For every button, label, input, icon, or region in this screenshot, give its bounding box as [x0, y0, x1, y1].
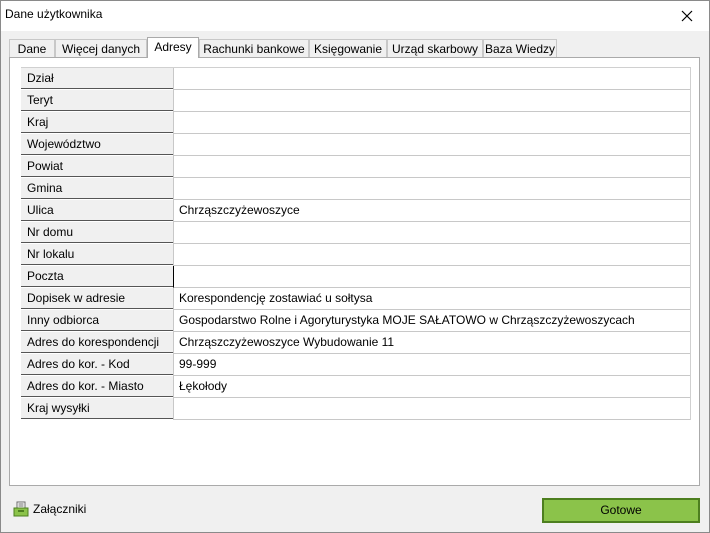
field-label: Powiat [21, 156, 173, 177]
field-value-wojewodztwo[interactable] [173, 134, 690, 156]
field-value-adres-kod[interactable]: 99-999 [173, 354, 690, 376]
tab-wiecej-danych[interactable]: Więcej danych [55, 39, 147, 57]
field-value-kraj[interactable] [173, 112, 690, 134]
row-powiat: Powiat [21, 156, 690, 178]
field-label: Adres do kor. - Kod [21, 354, 173, 375]
field-value-adres-korespondencji[interactable]: Chrząszczyżewoszyce Wybudowanie 11 [173, 332, 690, 354]
field-label: Adres do korespondencji [21, 332, 173, 353]
tab-urzad-skarbowy[interactable]: Urząd skarbowy [387, 39, 483, 57]
field-label: Teryt [21, 90, 173, 111]
field-label: Dział [21, 68, 173, 89]
row-adres-korespondencji: Adres do korespondencji Chrząszczyżewoszy… [21, 332, 690, 354]
attachments-button[interactable]: Załączniki [13, 499, 86, 519]
close-button[interactable] [665, 1, 709, 31]
row-dopisek: Dopisek w adresie Korespondencję zostawia… [21, 288, 690, 310]
dialog-window: Dane użytkownika Dane Więcej danych Adre… [0, 0, 710, 533]
attachments-label: Załączniki [33, 502, 87, 516]
field-value-nr-lokalu[interactable] [173, 244, 690, 266]
row-teryt: Teryt [21, 90, 690, 112]
field-value-kraj-wysylki[interactable] [173, 398, 690, 420]
field-label: Poczta [21, 266, 173, 287]
field-value-inny-odbiorca[interactable]: Gospodarstwo Rolne i Agoryturystyka MOJE… [173, 310, 690, 332]
row-adres-miasto: Adres do kor. - Miasto Łękołody [21, 376, 690, 398]
address-grid: Dział Teryt Kraj Województwo Powiat Gmin… [21, 67, 691, 420]
field-value-dzial[interactable] [173, 68, 690, 90]
row-gmina: Gmina [21, 178, 690, 200]
row-ulica: Ulica Chrząszczyżewoszyce [21, 200, 690, 222]
field-label: Gmina [21, 178, 173, 199]
tab-baza-wiedzy[interactable]: Baza Wiedzy [483, 39, 557, 57]
field-label: Adres do kor. - Miasto [21, 376, 173, 397]
row-nr-lokalu: Nr lokalu [21, 244, 690, 266]
tab-adresy[interactable]: Adresy [147, 37, 199, 58]
field-label: Kraj wysyłki [21, 398, 173, 419]
field-label: Nr domu [21, 222, 173, 243]
field-value-teryt[interactable] [173, 90, 690, 112]
row-kraj-wysylki: Kraj wysyłki [21, 398, 690, 420]
row-poczta: Poczta [21, 266, 690, 288]
row-dzial: Dział [21, 68, 690, 90]
window-title: Dane użytkownika [5, 7, 103, 21]
tab-dane[interactable]: Dane [9, 39, 55, 57]
row-wojewodztwo: Województwo [21, 134, 690, 156]
row-adres-kod: Adres do kor. - Kod 99-999 [21, 354, 690, 376]
close-icon [681, 10, 693, 22]
field-value-gmina[interactable] [173, 178, 690, 200]
field-label: Inny odbiorca [21, 310, 173, 331]
row-inny-odbiorca: Inny odbiorca Gospodarstwo Rolne i Agoryt… [21, 310, 690, 332]
field-value-ulica[interactable]: Chrząszczyżewoszyce [173, 200, 690, 222]
field-label: Dopisek w adresie [21, 288, 173, 309]
row-kraj: Kraj [21, 112, 690, 134]
field-label: Nr lokalu [21, 244, 173, 265]
field-label: Ulica [21, 200, 173, 221]
row-nr-domu: Nr domu [21, 222, 690, 244]
field-label: Województwo [21, 134, 173, 155]
tab-rachunki-bankowe[interactable]: Rachunki bankowe [199, 39, 309, 57]
attachments-icon [13, 501, 29, 517]
field-value-adres-miasto[interactable]: Łękołody [173, 376, 690, 398]
field-value-dopisek[interactable]: Korespondencję zostawiać u sołtysa [173, 288, 690, 310]
tab-ksiegowanie[interactable]: Księgowanie [309, 39, 387, 57]
field-value-nr-domu[interactable] [173, 222, 690, 244]
field-value-powiat[interactable] [173, 156, 690, 178]
addresses-panel: Dział Teryt Kraj Województwo Powiat Gmin… [9, 57, 700, 486]
field-value-poczta[interactable] [173, 266, 690, 288]
field-label: Kraj [21, 112, 173, 133]
done-button[interactable]: Gotowe [542, 498, 700, 523]
title-bar: Dane użytkownika [1, 1, 709, 31]
